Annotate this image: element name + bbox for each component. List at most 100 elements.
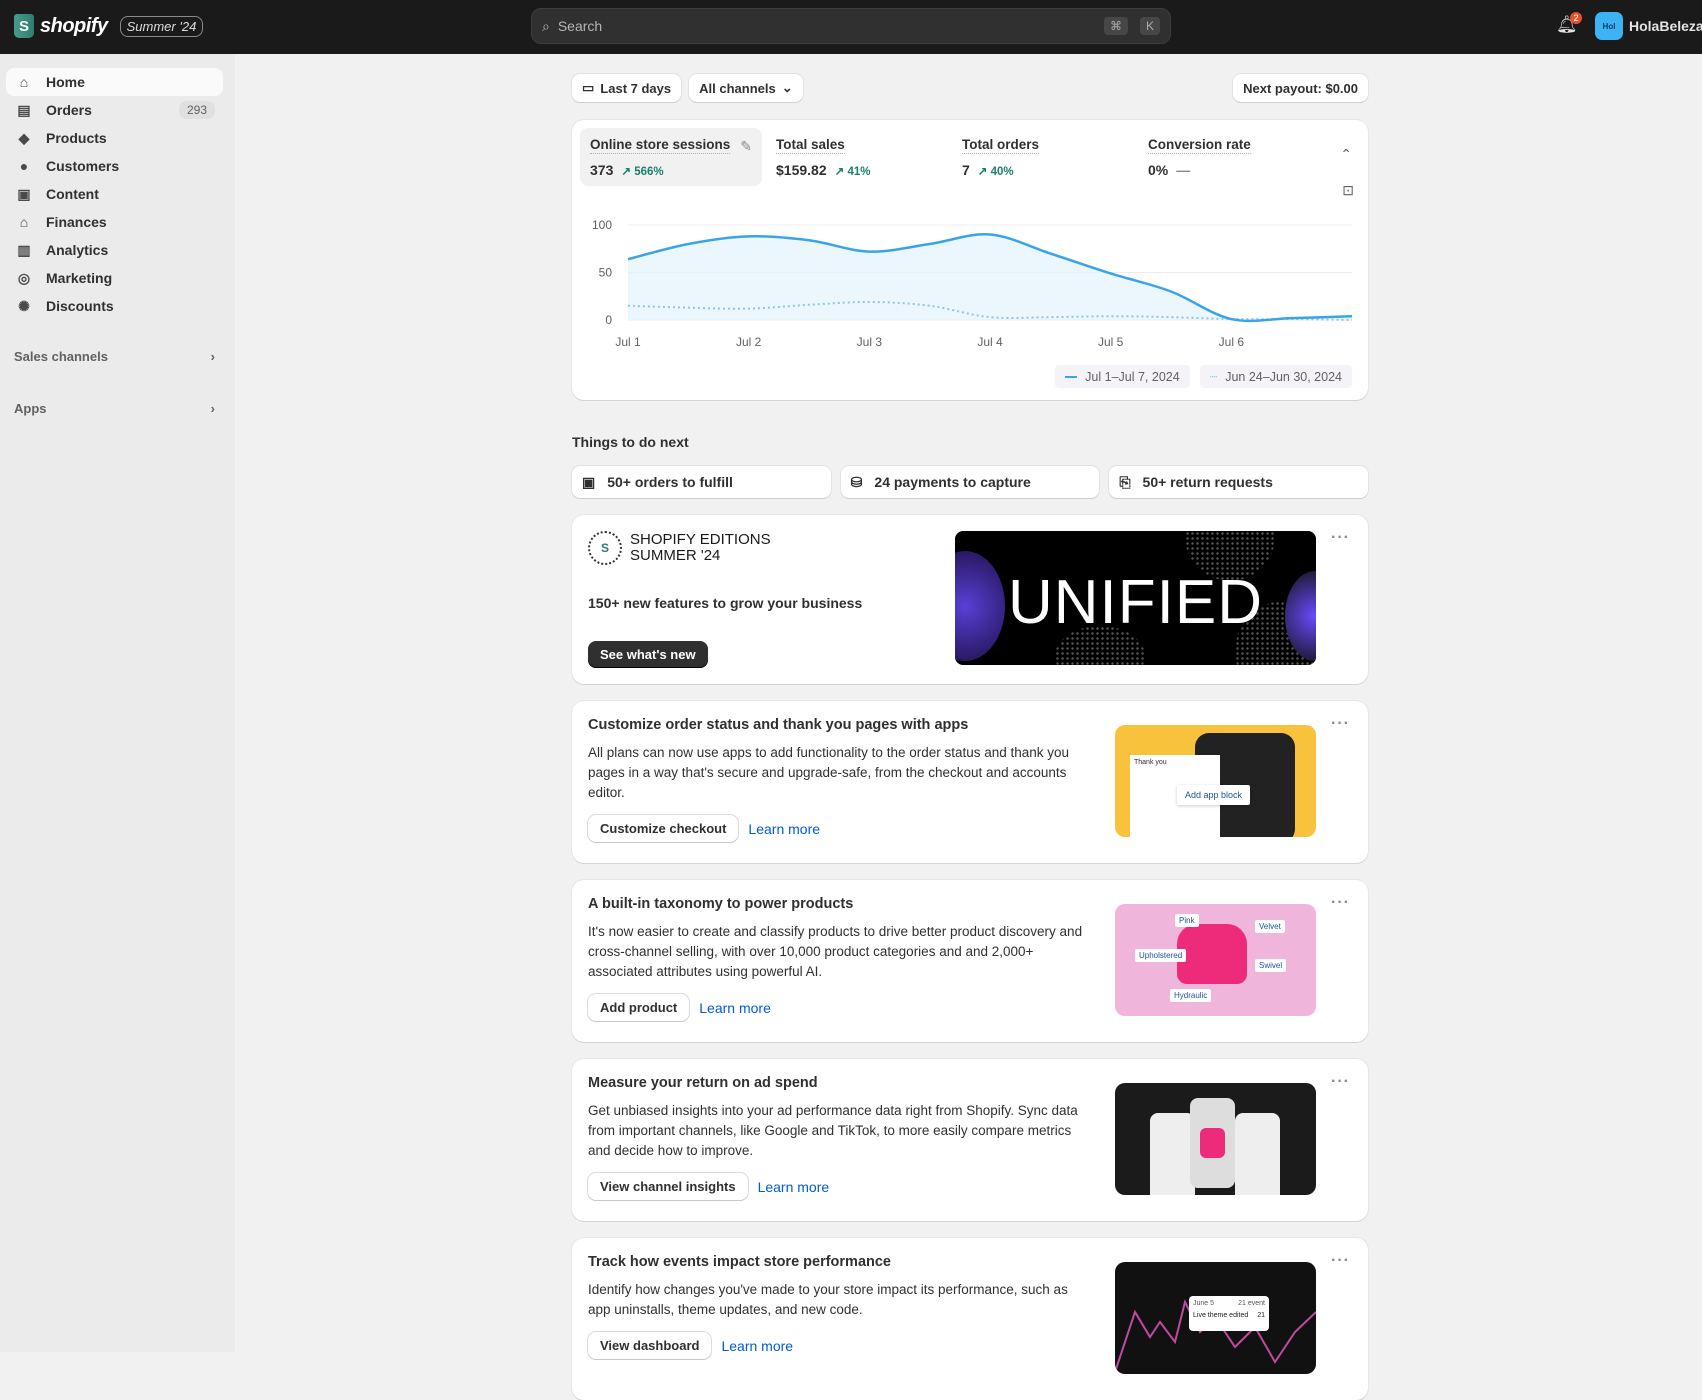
brand-name: shopify (40, 15, 108, 38)
chevron-down-icon: ⌄ (782, 80, 793, 96)
shortcut-k-key: K (1140, 17, 1160, 35)
metric-title: Total orders (962, 137, 1039, 154)
y-tick-label: 100 (592, 218, 612, 232)
shortcut-cmd-key: ⌘ (1104, 17, 1128, 35)
learn-more-link[interactable]: Learn more (748, 821, 820, 837)
learn-more-link[interactable]: Learn more (721, 1338, 793, 1354)
next-payout-button[interactable]: Next payout: $0.00 (1233, 74, 1368, 102)
legend-label: Jul 1–Jul 7, 2024 (1085, 370, 1180, 384)
arrow-up-right-icon: ↗ (978, 166, 991, 178)
more-options-icon[interactable]: ··· (1331, 529, 1350, 547)
sidebar-section-apps[interactable]: Apps› (6, 396, 223, 420)
card-body: It's now easier to create and classify p… (588, 922, 1091, 982)
chart-legend: Jul 1–Jul 7, 2024 ┈Jun 24–Jun 30, 2024 (1055, 365, 1352, 388)
section-label: Sales channels (14, 349, 108, 364)
user-name: HolaBeleza (1629, 18, 1702, 34)
sidebar-item-finances[interactable]: ⌂Finances (6, 208, 223, 236)
payout-label: Next payout: $0.00 (1243, 81, 1358, 96)
legend-item-previous[interactable]: ┈Jun 24–Jun 30, 2024 (1200, 365, 1352, 388)
attribute-tag: Upholstered (1135, 949, 1186, 962)
task-return-requests[interactable]: ⎘ 50+ return requests (1109, 466, 1368, 498)
card-primary-button[interactable]: View dashboard (588, 1332, 711, 1359)
card-body: Identify how changes you've made to your… (588, 1280, 1091, 1320)
card-body: All plans can now use apps to add functi… (588, 743, 1091, 803)
bar-chart-icon: ▥ (16, 242, 32, 258)
tag-icon: ◆ (16, 130, 32, 146)
bank-icon: ⌂ (16, 214, 32, 230)
sidebar-item-discounts[interactable]: ✺Discounts (6, 292, 223, 320)
learn-more-link[interactable]: Learn more (699, 1000, 771, 1016)
metrics-card: Online store sessions ✎ 373 ↗ 566% Total sal… (572, 120, 1368, 400)
sidebar-item-customers[interactable]: ●Customers (6, 152, 223, 180)
more-options-icon[interactable]: ··· (1331, 1073, 1350, 1091)
metric-title: Conversion rate (1148, 137, 1251, 154)
tooltip-date: June 5 (1193, 1300, 1214, 1307)
metric-value: 373 (590, 162, 613, 178)
sidebar-item-marketing[interactable]: ◎Marketing (6, 264, 223, 292)
metric-title: Total sales (776, 137, 845, 154)
card-illustration (1115, 1083, 1316, 1195)
collapse-chevron-up-icon[interactable]: ⌃ (1340, 146, 1352, 163)
task-orders-to-fulfill[interactable]: ▣50+ orders to fulfill (572, 466, 831, 498)
editions-title: SHOPIFY EDITIONS (630, 532, 771, 548)
attribute-tag: Hydraulic (1170, 989, 1211, 1002)
see-whats-new-button[interactable]: See what's new (588, 641, 708, 668)
sidebar-item-content[interactable]: ▣Content (6, 180, 223, 208)
task-payments-to-capture[interactable]: ⛁24 payments to capture (841, 466, 1100, 498)
metric-tab[interactable]: Total orders7↗ 40% (952, 128, 1134, 186)
current-series-area (628, 234, 1352, 321)
sidebar-item-home[interactable]: ⌂Home (6, 68, 223, 96)
channels-dropdown[interactable]: All channels⌄ (689, 74, 802, 102)
card-primary-button[interactable]: Add product (588, 994, 689, 1021)
card-primary-button[interactable]: View channel insights (588, 1173, 748, 1200)
editions-description: 150+ new features to grow your business (588, 595, 955, 611)
sidebar-item-orders[interactable]: ▤Orders293 (6, 96, 223, 124)
metric-tab[interactable]: Conversion rate0%— (1138, 128, 1320, 186)
tooltip-value: 21 (1257, 1312, 1265, 1319)
legend-item-current[interactable]: Jul 1–Jul 7, 2024 (1055, 365, 1190, 388)
user-menu[interactable]: Hol HolaBeleza (1595, 12, 1702, 40)
sidebar-item-analytics[interactable]: ▥Analytics (6, 236, 223, 264)
inbox-icon: ▣ (582, 474, 595, 491)
learn-more-link[interactable]: Learn more (758, 1179, 830, 1195)
metric-value: $159.82 (776, 162, 827, 178)
notifications-button[interactable]: 🔔︎ 2 (1556, 15, 1578, 37)
inbox-icon: ▤ (16, 102, 32, 118)
sidebar-item-label: Discounts (46, 298, 215, 314)
more-options-icon[interactable]: ··· (1331, 1252, 1350, 1270)
date-range-label: Last 7 days (600, 81, 671, 96)
more-options-icon[interactable]: ··· (1331, 715, 1350, 733)
x-tick-label: Jul 3 (857, 335, 883, 349)
sessions-line-chart: 050100Jul 1Jul 2Jul 3Jul 4Jul 5Jul 6 (572, 205, 1368, 375)
sidebar-section-sales-channels[interactable]: Sales channels› (6, 344, 223, 368)
return-icon: ⎘ (1119, 474, 1130, 491)
top-bar: S shopify Summer '24 ⌕ Search ⌘ K 🔔︎ 2 H… (0, 0, 1702, 54)
shopify-logo[interactable]: S shopify Summer '24 (14, 14, 203, 38)
search-input[interactable]: ⌕ Search ⌘ K (531, 8, 1171, 44)
metric-tab[interactable]: Total sales $159.82 ↗ 41% (766, 128, 948, 186)
date-range-button[interactable]: ▭ Last 7 days (572, 74, 681, 102)
image-icon: ▣ (16, 186, 32, 202)
card-primary-button[interactable]: Customize checkout (588, 815, 738, 842)
edition-badge[interactable]: Summer '24 (120, 16, 204, 37)
mockup-label: Thank you (1134, 759, 1216, 766)
sidebar-item-products[interactable]: ◆Products (6, 124, 223, 152)
calendar-icon: ▭ (582, 80, 594, 96)
edit-pencil-icon[interactable]: ✎ (740, 138, 752, 155)
chart-inspect-icon[interactable]: ⊡ (1342, 182, 1354, 199)
metric-delta: ↗ 566% (621, 164, 663, 178)
sidebar-item-label: Customers (46, 158, 215, 174)
sidebar-item-label: Orders (46, 102, 179, 118)
feature-card: Customize order status and thank you pag… (572, 701, 1368, 863)
home-icon: ⌂ (16, 74, 32, 90)
metric-tab[interactable]: Online store sessions ✎ 373 ↗ 566% (580, 128, 762, 186)
metric-title: Online store sessions (590, 137, 730, 154)
feature-card: Track how events impact store performanc… (572, 1238, 1368, 1400)
arrow-up-right-icon: ↗ (835, 166, 848, 178)
metric-delta: ↗ 41% (835, 164, 871, 178)
search-icon: ⌕ (542, 18, 550, 35)
more-options-icon[interactable]: ··· (1331, 894, 1350, 912)
task-label: 50+ return requests (1143, 474, 1273, 490)
attribute-tag: Swivel (1255, 959, 1286, 972)
y-tick-label: 50 (599, 266, 613, 280)
